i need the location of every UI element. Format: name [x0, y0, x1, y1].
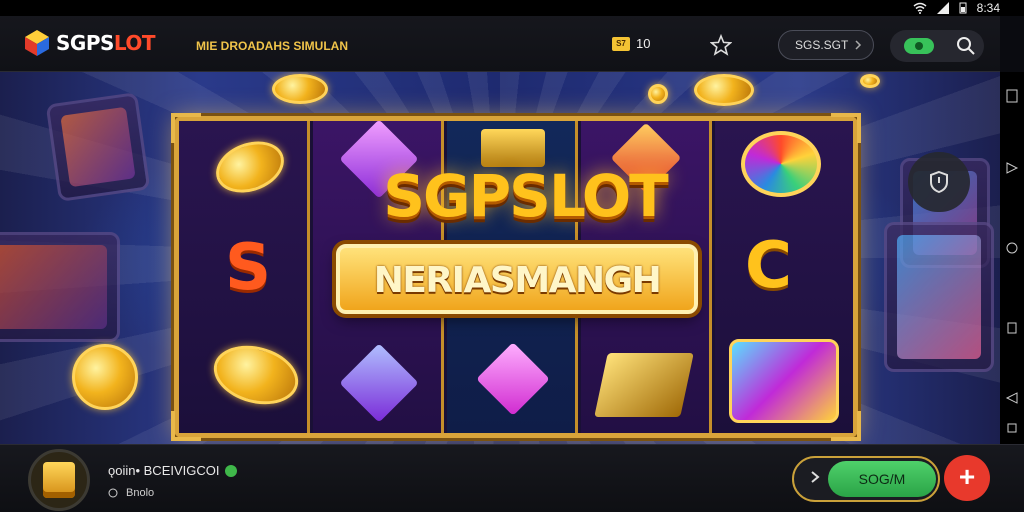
coin-count-value: 10: [636, 36, 651, 51]
rainbow-chip-symbol: [741, 131, 821, 197]
notification-icon[interactable]: [1004, 88, 1020, 104]
battery-icon: [959, 2, 967, 14]
user-status-row: Bnolo: [108, 487, 154, 499]
navigate-icon[interactable]: [1004, 160, 1020, 176]
gold-coin-symbol: [208, 132, 292, 202]
chevron-down-icon: [855, 40, 862, 50]
logo-cube-icon: [25, 30, 49, 56]
floating-coin: [72, 344, 138, 410]
floating-coin: [648, 84, 668, 104]
signal-icon: [936, 2, 949, 14]
gold-coin-symbol: [207, 336, 305, 414]
square-icon[interactable]: [1004, 420, 1020, 436]
user-status: Bnolo: [126, 487, 155, 499]
balance-dropdown[interactable]: SGS.SGT: [778, 30, 874, 60]
coin-counter[interactable]: S7 10: [612, 36, 650, 51]
play-label: SOG/M: [828, 461, 936, 497]
star-icon[interactable]: [710, 34, 732, 56]
shield-button[interactable]: [908, 152, 970, 212]
recent-icon[interactable]: [1004, 320, 1020, 336]
banner-subtitle: NERIASMANGH: [373, 260, 662, 301]
reel-5: C: [715, 121, 853, 433]
logo-text: SGPSLOT: [56, 31, 156, 55]
banner-subtitle-plate: NERIASMANGH: [336, 244, 698, 314]
app-logo[interactable]: SGPSLOT: [22, 28, 156, 58]
play-arrow-icon: [811, 471, 820, 483]
frame-corner: [831, 411, 861, 441]
status-icon: [108, 488, 118, 498]
frame-corner: [831, 113, 861, 143]
cash-icon[interactable]: [904, 38, 934, 54]
system-nav-bar: [1000, 72, 1024, 444]
user-name: ǫoiin• BCEIVIGCOI: [108, 463, 220, 478]
status-icons: 8:34: [913, 1, 1000, 15]
s-letter-symbol: S: [225, 231, 272, 305]
avatar[interactable]: [28, 449, 90, 511]
add-icon[interactable]: +: [944, 455, 990, 501]
game-banner[interactable]: S C SGPSLOT NERIASMANGH: [0, 72, 1000, 444]
bottom-bar: ǫoiin• BCEIVIGCOI Bnolo SOG/M +: [0, 444, 1024, 512]
banner-title: SGPSLOT: [383, 162, 668, 230]
reel-1: S: [179, 121, 310, 433]
back-icon[interactable]: [1004, 390, 1020, 406]
coin-icon: S7: [612, 36, 630, 51]
treasure-jar-symbol: [729, 339, 839, 423]
status-time: 8:34: [976, 1, 1000, 15]
side-slot-machine-left: [45, 92, 151, 202]
frame-corner: [171, 411, 201, 441]
header-subtitle: MIE DROADAHS SIMULAN: [196, 39, 348, 53]
home-icon[interactable]: [1004, 240, 1020, 256]
header-actions: [890, 30, 984, 62]
pink-gem-symbol: [476, 342, 550, 416]
wifi-icon: [913, 2, 927, 14]
frame-corner: [171, 113, 201, 143]
top-header: SGPSLOT MIE DROADAHS SIMULAN S7 10 SGS.S…: [0, 16, 1000, 72]
user-info: ǫoiin• BCEIVIGCOI: [108, 463, 238, 478]
status-bar: 8:34: [0, 0, 1024, 16]
verified-icon: [225, 464, 238, 477]
purple-gem-symbol: [339, 343, 419, 423]
balance-value: SGS.SGT: [795, 38, 849, 52]
gold-bar-symbol: [594, 353, 694, 417]
shield-icon: [930, 170, 948, 194]
side-slot-machine-left-lower: [0, 232, 120, 342]
play-button[interactable]: SOG/M: [792, 456, 940, 502]
gold-bar-icon: [43, 462, 75, 498]
search-icon[interactable]: [956, 36, 976, 56]
floating-coin: [860, 74, 880, 88]
c-letter-symbol: C: [745, 229, 792, 303]
app-root: 8:34 SGPSLOT MIE DROADAHS SIMULAN S7 10 …: [0, 0, 1024, 512]
floating-coin: [272, 74, 328, 104]
side-slot-machine-right-lower: [884, 222, 994, 372]
floating-coin: [694, 74, 754, 106]
